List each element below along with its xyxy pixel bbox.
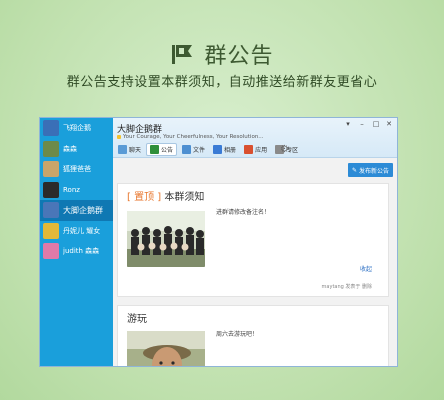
group-motto: Your Courage, Your Cheerfulness, Your Re… [117, 134, 264, 140]
notice-body: 周六去游玩吧！ [216, 331, 259, 338]
tab-flag[interactable]: 公告 [146, 143, 178, 156]
pinned-badge: [ 置顶 ] [127, 192, 162, 203]
contact-name: 飞翔企鹅 [63, 124, 91, 133]
group-motto-text: Your Courage, Your Cheerfulness, Your Re… [123, 134, 264, 140]
contact-name: Ronz [63, 185, 80, 194]
megaphone-flag-icon [170, 42, 196, 66]
motto-bulb-icon [117, 135, 121, 139]
avatar [43, 243, 59, 260]
tab-app[interactable]: 应用 [241, 143, 270, 156]
sidebar-contact-item[interactable]: judith 森森 [40, 241, 113, 262]
sidebar-contact-item[interactable]: 丹妮儿 耀女 [40, 221, 113, 242]
chat-icon [118, 145, 127, 154]
publish-notice-label: 发布新公告 [358, 167, 389, 175]
notice-title: 游玩 [127, 314, 147, 325]
notice-card[interactable]: 游玩 周六去游玩吧！ [117, 305, 389, 366]
tab-bar: 聊天 公告 文件 相册 应用 专区 [115, 143, 301, 156]
edit-icon: ✎ [351, 166, 357, 174]
tab-label: 文件 [193, 147, 206, 154]
group-panel: 大脚企鹅群 Your Courage, Your Cheerfulness, Y… [113, 118, 397, 366]
contact-name: 大脚企鹅群 [63, 205, 103, 215]
maximize-button[interactable]: □ [371, 120, 381, 128]
sidebar-contact-item[interactable]: 森森 [40, 139, 113, 160]
notice-meta: maytang 发表于 删除 [321, 284, 372, 290]
avatar [43, 202, 59, 219]
sidebar-contact-item[interactable]: 狐狸爸爸 [40, 159, 113, 180]
avatar [43, 181, 59, 198]
app-icon [244, 145, 254, 154]
tab-label: 应用 [255, 147, 268, 154]
tab-chat[interactable]: 聊天 [115, 143, 144, 156]
close-button[interactable]: ✕ [384, 120, 394, 128]
chat-window: 飞翔企鹅森森狐狸爸爸 Ronz 大脚企鹅群丹妮儿 耀女 judith 森森 大脚企鹅群… [39, 117, 398, 367]
hero-title-row: 群公告 [0, 38, 444, 70]
contact-name: 森森 [63, 144, 77, 153]
contact-name: 丹妮儿 耀女 [63, 226, 101, 235]
avatar [43, 140, 59, 157]
avatar [43, 222, 59, 239]
notice-card-pinned[interactable]: [ 置顶 ] 本群须知 进群请修改备注名！ 收起 maytang 发表于 删除 [117, 183, 389, 297]
hero-banner: 群公告 群公告支持设置本群须知，自动推送给新群友更省心 [0, 0, 444, 110]
sidebar-contact-item[interactable]: 大脚企鹅群 [40, 200, 113, 221]
tab-label: 相册 [224, 147, 237, 154]
flag-icon [150, 145, 160, 154]
collapse-link[interactable]: 收起 [360, 264, 372, 273]
notice-title: [ 置顶 ] 本群须知 [127, 188, 204, 203]
minimize-button[interactable]: – [357, 120, 367, 128]
title-bar: 大脚企鹅群 Your Courage, Your Cheerfulness, Y… [113, 118, 397, 158]
hero-subtitle: 群公告支持设置本群须知，自动推送给新群友更省心 [66, 75, 378, 90]
dropdown-button[interactable]: ▾ [343, 120, 353, 128]
file-icon [182, 145, 192, 154]
sidebar-contact-item[interactable]: 飞翔企鹅 [40, 118, 113, 139]
avatar [43, 120, 59, 137]
notice-title-text: 本群须知 [164, 192, 205, 203]
notice-list: ✎ 发布新公告 [ 置顶 ] 本群须知 进群请修改备注名！ 收起 maytang… [113, 159, 397, 366]
tab-label: 公告 [161, 147, 174, 154]
sidebar-contact-item[interactable]: Ronz [40, 180, 113, 201]
contact-name: 狐狸爸爸 [63, 165, 91, 174]
tab-album[interactable]: 相册 [210, 143, 239, 156]
album-icon [213, 145, 223, 154]
contact-sidebar: 飞翔企鹅森森狐狸爸爸 Ronz 大脚企鹅群丹妮儿 耀女 judith 森森 [40, 118, 113, 366]
settings-icon[interactable]: ⚙▾ [280, 144, 291, 155]
contact-name: judith 森森 [63, 247, 100, 256]
notice-body: 进群请修改备注名！ [216, 209, 271, 216]
avatar [43, 161, 59, 178]
group-photo[interactable] [127, 211, 205, 267]
tab-file[interactable]: 文件 [179, 143, 208, 156]
tab-label: 聊天 [129, 147, 142, 154]
hero-title: 群公告 [204, 44, 274, 69]
publish-notice-button[interactable]: ✎ 发布新公告 [347, 163, 393, 177]
notice-photo[interactable] [127, 331, 205, 366]
